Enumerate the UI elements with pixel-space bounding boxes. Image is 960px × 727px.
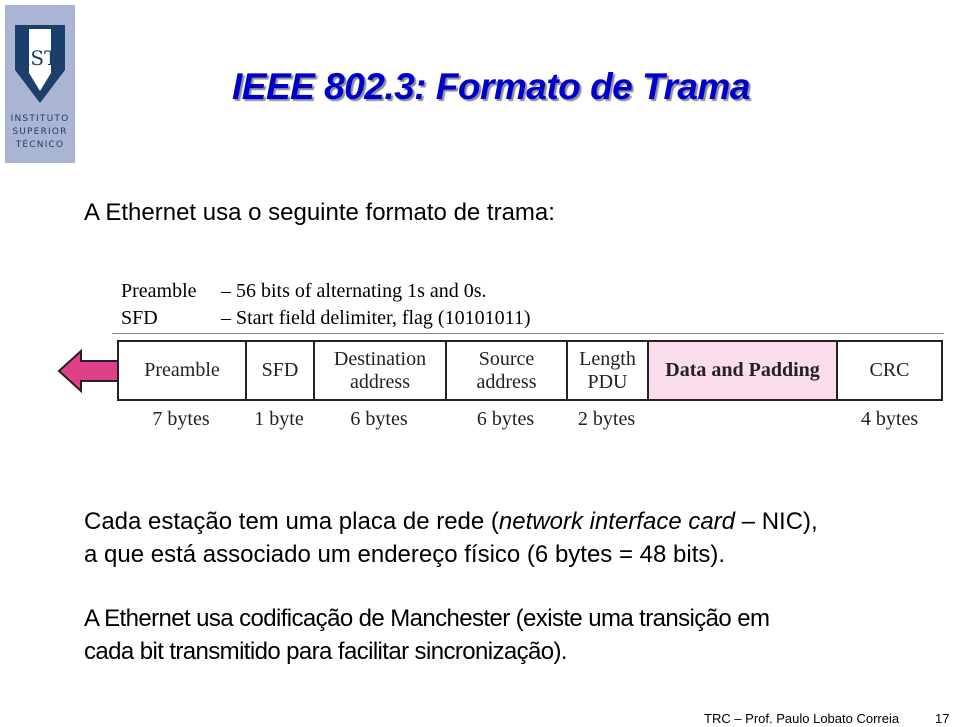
logo-text-line: TÉCNICO	[15, 140, 65, 150]
legend-row: Preamble – 56 bits of alternating 1s and…	[121, 278, 531, 305]
text-span: Cada estação tem uma placa de rede (	[84, 508, 499, 535]
field-size: 6 bytes	[350, 408, 408, 430]
frame-field-data-and-padding: Data and Padding	[649, 342, 838, 399]
paragraph-line: a que está associado um endereço físico …	[84, 541, 726, 568]
field-label: SFD	[261, 359, 299, 381]
field-label: Data and Padding	[665, 359, 820, 381]
field-label: CRC	[869, 359, 910, 381]
field-size	[647, 408, 836, 434]
text-span: – NIC),	[735, 508, 818, 535]
footer-author: TRC – Prof. Paulo Lobato Correia	[704, 711, 900, 726]
frame-field-source-address: Source address	[447, 342, 568, 399]
frame-field-sfd: SFD	[247, 342, 315, 399]
page-number: 17	[935, 711, 950, 726]
field-label: Source	[478, 347, 535, 370]
institution-logo: IST INSTITUTO SUPERIOR TÉCNICO	[5, 5, 75, 163]
field-label: Preamble	[144, 359, 220, 381]
field-label: address	[476, 370, 537, 393]
field-size: 7 bytes	[152, 408, 210, 430]
left-arrow-icon	[57, 349, 119, 393]
frame-field-destination-address: Destination address	[315, 342, 447, 399]
field-size: 6 bytes	[476, 408, 535, 430]
paragraph-line: A Ethernet usa codificação de Manchester…	[84, 605, 770, 632]
ethernet-frame-diagram: Preamble SFD Destination address Source …	[117, 340, 943, 401]
paragraph-line: cada bit transmitido para facilitar sinc…	[84, 638, 568, 665]
field-legend: Preamble – 56 bits of alternating 1s and…	[121, 278, 531, 332]
field-sizes-row: 7 bytes 1 byte 6 bytes 6 bytes 2 bytes 4…	[117, 408, 943, 434]
paragraph-line: Cada estação tem uma placa de rede (netw…	[84, 505, 818, 538]
svg-text:IST: IST	[23, 46, 59, 70]
logo-text-line: INSTITUTO	[10, 114, 70, 124]
field-label: PDU	[587, 370, 628, 393]
legend-term: SFD	[121, 307, 158, 329]
field-size: 4 bytes	[860, 408, 919, 430]
frame-field-preamble: Preamble	[119, 342, 247, 399]
intro-text: A Ethernet usa o seguinte formato de tra…	[84, 199, 555, 226]
legend-definition: – 56 bits of alternating 1s and 0s.	[221, 280, 487, 302]
field-size: 1 byte	[254, 408, 304, 430]
legend-term: Preamble	[121, 280, 197, 302]
italic-term: network interface card	[498, 508, 736, 535]
field-label: Destination	[333, 347, 427, 370]
legend-definition: – Start field delimiter, flag (10101011)	[221, 307, 531, 329]
slide-title: IEEE 802.3: Formato de Trama	[232, 66, 750, 107]
frame-field-crc: CRC	[838, 342, 941, 399]
frame-field-length-pdu: Length PDU	[568, 342, 649, 399]
legend-row: SFD – Start field delimiter, flag (10101…	[121, 305, 531, 332]
logo-text-line: SUPERIOR	[12, 127, 68, 137]
field-label: Length	[579, 347, 636, 370]
manchester-paragraph: A Ethernet usa codificação de Manchester…	[84, 602, 770, 668]
legend-divider	[112, 333, 944, 334]
field-label: address	[350, 370, 410, 393]
ist-shield-icon: IST	[15, 25, 65, 103]
field-size: 2 bytes	[577, 408, 636, 430]
nic-paragraph: Cada estação tem uma placa de rede (netw…	[84, 505, 818, 571]
